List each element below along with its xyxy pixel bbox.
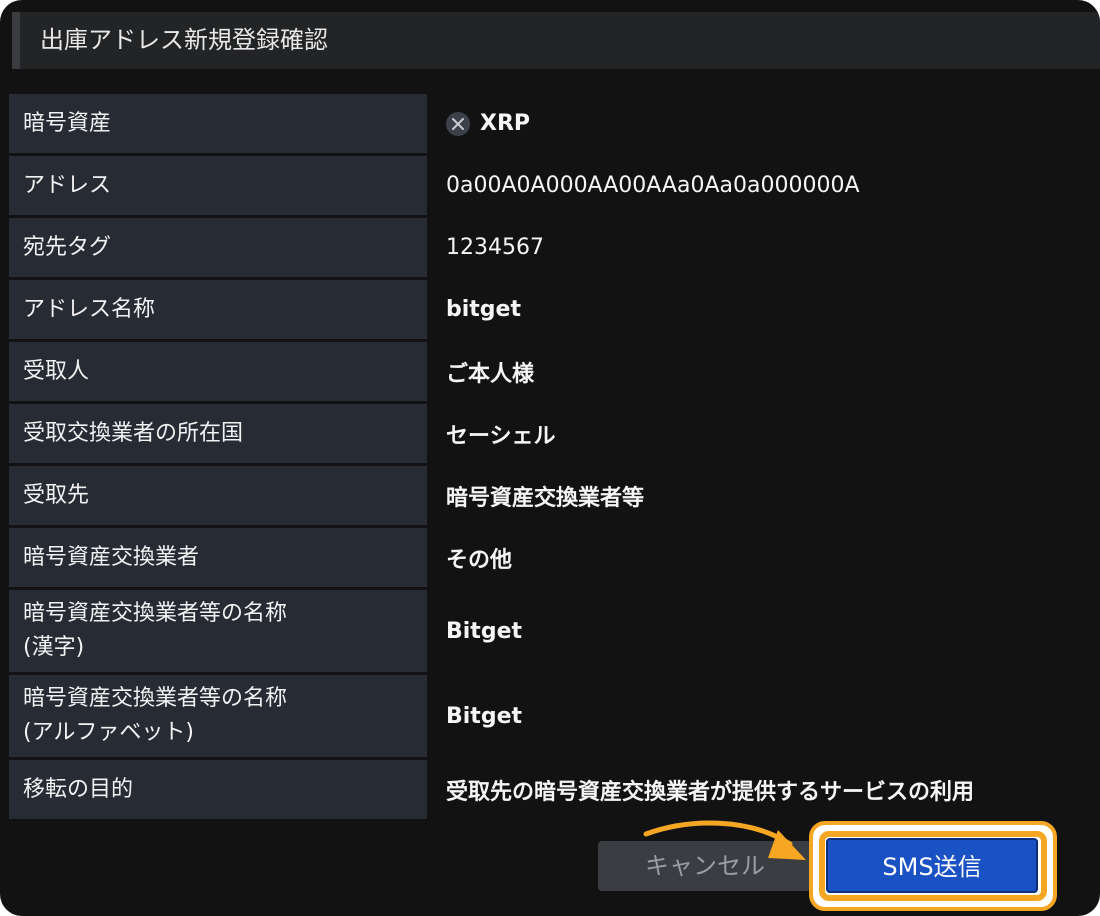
table-row-address: アドレス 0a00A0A000AA00AAa0Aa0a000000A: [9, 156, 1100, 215]
xrp-icon: [446, 111, 470, 136]
row-label: 受取先: [9, 466, 427, 525]
address-name-value: bitget: [446, 297, 521, 322]
row-label: 暗号資産交換業者: [9, 528, 427, 587]
table-row-destination: 受取先 暗号資産交換業者等: [9, 466, 1100, 525]
table-row-crypto-asset: 暗号資産 XRP: [9, 94, 1100, 153]
pointer-arrow-icon: [643, 820, 806, 860]
exchange-country-value: セーシェル: [446, 423, 556, 449]
row-label: 移転の目的: [9, 760, 427, 819]
table-row-exchange-name-kanji: 暗号資産交換業者等の名称 (漢字) Bitget: [9, 590, 1100, 672]
row-label: アドレス名称: [9, 280, 427, 339]
exchange-name-alphabet-value: Bitget: [446, 703, 523, 729]
table-row-transfer-purpose: 移転の目的 受取先の暗号資産交換業者が提供するサービスの利用: [9, 760, 1100, 819]
table-row-exchange-country: 受取交換業者の所在国 セーシェル: [9, 404, 1100, 463]
crypto-asset-value: XRP: [480, 111, 531, 136]
row-value: XRP: [427, 94, 1100, 153]
row-label: 暗号資産交換業者等の名称 (アルファベット): [9, 675, 427, 757]
recipient-value: ご本人様: [446, 361, 535, 387]
destination-value: 暗号資産交換業者等: [446, 485, 645, 511]
row-label: 宛先タグ: [9, 218, 427, 277]
row-label: 暗号資産: [9, 94, 427, 153]
row-label: アドレス: [9, 156, 427, 215]
dialog-header: 出庫アドレス新規登録確認: [12, 12, 1100, 69]
exchange-name-kanji-value: Bitget: [446, 618, 523, 644]
table-row-exchange-name-alphabet: 暗号資産交換業者等の名称 (アルファベット) Bitget: [9, 675, 1100, 757]
dialog-title: 出庫アドレス新規登録確認: [40, 26, 328, 54]
transfer-purpose-value: 受取先の暗号資産交換業者が提供するサービスの利用: [446, 779, 975, 805]
address-registration-dialog: 出庫アドレス新規登録確認 暗号資産 XRP アドレス 0a00A0A000AA0…: [0, 0, 1100, 916]
row-label: 受取人: [9, 342, 427, 401]
address-value: 0a00A0A000AA00AAa0Aa0a000000A: [446, 173, 860, 198]
table-row-exchange-operator: 暗号資産交換業者 その他: [9, 528, 1100, 587]
table-row-destination-tag: 宛先タグ 1234567: [9, 218, 1100, 277]
table-row-recipient: 受取人 ご本人様: [9, 342, 1100, 401]
sms-send-button[interactable]: SMS送信: [826, 838, 1038, 893]
row-label: 暗号資産交換業者等の名称 (漢字): [9, 590, 427, 672]
exchange-operator-value: その他: [446, 547, 513, 573]
table-row-address-name: アドレス名称 bitget: [9, 280, 1100, 339]
confirmation-table: 暗号資産 XRP アドレス 0a00A0A000AA00AAa0Aa0a0000…: [9, 94, 1100, 822]
destination-tag-value: 1234567: [446, 235, 544, 260]
row-label: 受取交換業者の所在国: [9, 404, 427, 463]
